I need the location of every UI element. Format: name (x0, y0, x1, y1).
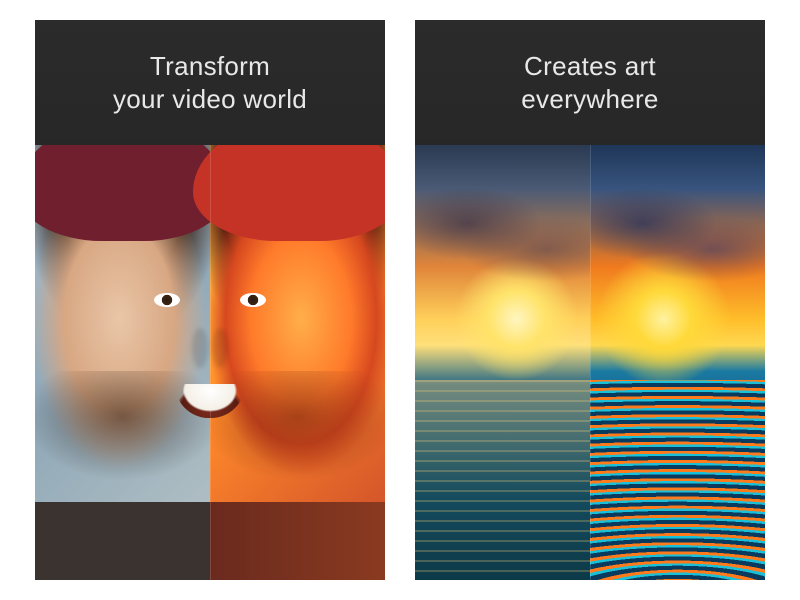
split-divider (210, 145, 211, 580)
eye-left (154, 293, 180, 307)
split-image-sunset (415, 145, 765, 580)
heading-text: Transform your video world (113, 50, 307, 115)
image-half-original (35, 145, 210, 580)
shirt (210, 502, 385, 580)
split-divider (590, 145, 591, 580)
image-half-stylized (590, 145, 765, 580)
heading-text: Creates art everywhere (521, 50, 658, 115)
panel-heading: Creates art everywhere (415, 20, 765, 145)
panel-heading: Transform your video world (35, 20, 385, 145)
clouds (590, 171, 765, 302)
eye-right (240, 293, 266, 307)
shirt (35, 502, 210, 580)
image-half-stylized (210, 145, 385, 580)
beanie-shape (193, 145, 386, 241)
waves-stylized (590, 380, 765, 580)
image-half-original (415, 145, 590, 580)
promo-panel-1: Transform your video world (35, 20, 385, 580)
promo-panel-2: Creates art everywhere (415, 20, 765, 580)
waves-natural (415, 380, 590, 580)
clouds (415, 171, 590, 302)
nose-shadow (192, 328, 208, 368)
split-image-portrait (35, 145, 385, 580)
nose-shadow (212, 328, 228, 368)
